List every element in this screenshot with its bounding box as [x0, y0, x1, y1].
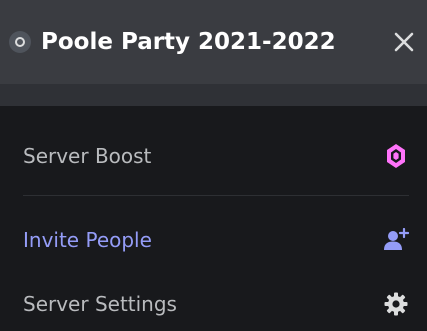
menu-divider	[23, 195, 409, 196]
close-button[interactable]	[391, 29, 417, 55]
menu-item-server-boost[interactable]: Server Boost	[23, 126, 411, 186]
server-title: Poole Party 2021-2022	[41, 29, 336, 55]
server-menu: Server Boost Invite People Server Settin…	[11, 106, 427, 331]
gear-icon	[383, 291, 409, 317]
menu-item-label: Server Boost	[23, 144, 152, 168]
menu-item-label: Invite People	[23, 228, 152, 252]
server-dropdown-screen: Poole Party 2021-2022 Server Boost Invit…	[0, 0, 427, 331]
header-shadow-band	[0, 84, 427, 106]
add-user-icon	[383, 227, 409, 253]
close-icon	[394, 32, 414, 52]
menu-item-server-settings[interactable]: Server Settings	[23, 274, 411, 331]
menu-item-invite-people[interactable]: Invite People	[23, 210, 411, 270]
boost-gem-icon	[383, 143, 409, 169]
menu-item-label: Server Settings	[23, 292, 177, 316]
server-icon	[9, 31, 31, 53]
server-header[interactable]: Poole Party 2021-2022	[0, 0, 427, 84]
